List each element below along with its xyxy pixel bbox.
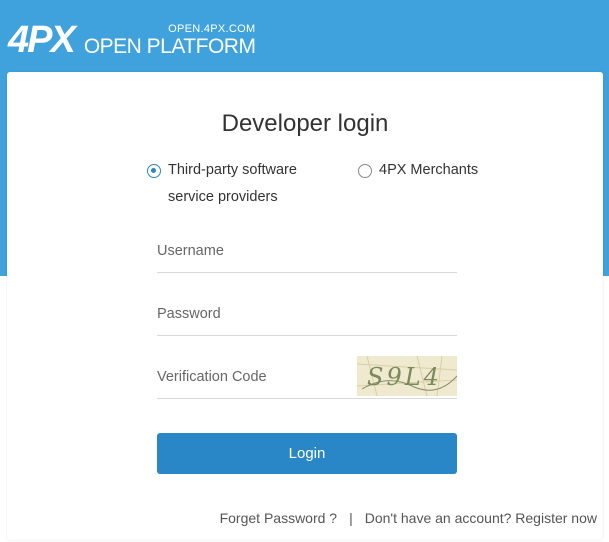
logo-platform-text: OPEN PLATFORM	[83, 35, 256, 58]
password-input[interactable]	[157, 299, 347, 329]
login-button[interactable]: Login	[157, 433, 457, 474]
radio-third-party-label-line2: service providers	[168, 189, 278, 205]
radio-4px-merchants-label: 4PX Merchants	[379, 162, 479, 178]
username-input[interactable]	[157, 236, 347, 266]
page: 4PX OPEN.4PX.COM OPEN PLATFORM Developer…	[0, 0, 609, 542]
radio-third-party-label-line1: Third-party software	[168, 162, 297, 178]
radio-unchecked-icon[interactable]	[358, 164, 372, 178]
verification-field: S9L4	[157, 356, 457, 399]
radio-checked-icon[interactable]	[147, 164, 161, 178]
forget-password-link[interactable]: Forget Password ?	[220, 510, 338, 526]
verification-code-input[interactable]	[157, 362, 347, 392]
captcha-text: S9L4	[367, 363, 442, 391]
logo-mark: 4PX	[8, 19, 76, 61]
password-field	[157, 299, 457, 336]
logo-url: OPEN.4PX.COM	[168, 23, 256, 35]
logo[interactable]: 4PX OPEN.4PX.COM OPEN PLATFORM	[8, 18, 256, 61]
footer-separator: |	[349, 510, 353, 526]
logo-text-group: OPEN.4PX.COM OPEN PLATFORM	[84, 23, 256, 58]
username-field	[157, 236, 457, 273]
captcha-graphic: S9L4	[357, 356, 457, 396]
login-card: Developer login Third-party software ser…	[7, 72, 603, 540]
footer-links: Forget Password ? | Don't have an accoun…	[220, 510, 597, 526]
radio-third-party-label: Third-party software service providers	[168, 157, 297, 211]
captcha-image[interactable]: S9L4	[357, 356, 457, 396]
radio-4px-merchants[interactable]: 4PX Merchants	[358, 162, 478, 184]
register-link[interactable]: Don't have an account? Register now	[365, 510, 597, 526]
page-title: Developer login	[221, 110, 389, 137]
radio-third-party[interactable]: Third-party software service providers	[147, 162, 297, 211]
